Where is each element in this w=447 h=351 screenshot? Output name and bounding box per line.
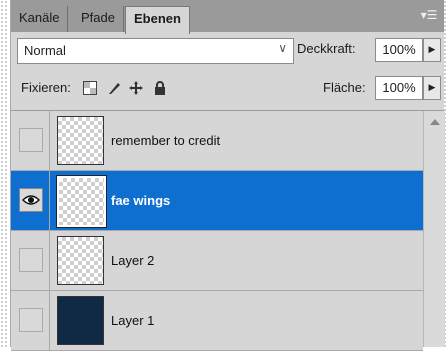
visibility-toggle[interactable] — [19, 248, 43, 272]
scroll-up-arrow-icon[interactable] — [430, 119, 440, 125]
layer-thumbnail — [57, 116, 104, 165]
layer-row-remember-to-credit[interactable]: remember to credit — [11, 111, 423, 171]
layer-row-layer-1[interactable]: Layer 1 — [11, 291, 423, 351]
fill-label: Fläche: — [323, 80, 366, 95]
lock-position-icon[interactable] — [129, 81, 143, 95]
blend-mode-select[interactable]: Normal ∨ — [17, 38, 294, 64]
column-divider — [49, 171, 50, 230]
layer-name[interactable]: Layer 1 — [111, 291, 154, 350]
lock-fill-row: Fixieren: Fläche: 100% ▶ — [17, 76, 441, 102]
opacity-arrow-button[interactable]: ▶ — [423, 38, 441, 62]
layer-thumbnail — [57, 296, 104, 345]
layer-name[interactable]: remember to credit — [111, 111, 220, 170]
layer-row-fae-wings[interactable]: fae wings — [11, 171, 423, 231]
panel-edge-left — [0, 0, 8, 347]
column-divider — [49, 111, 50, 170]
layer-name[interactable]: Layer 2 — [111, 231, 154, 290]
tab-channels[interactable]: Kanäle — [11, 6, 69, 32]
lock-label: Fixieren: — [21, 80, 71, 95]
tab-paths[interactable]: Pfade — [73, 6, 124, 32]
panel-tab-bar: Kanäle Pfade Ebenen ▾☰ — [11, 0, 444, 34]
column-divider — [49, 231, 50, 290]
opacity-input[interactable]: 100% — [375, 38, 423, 62]
blend-mode-value: Normal — [24, 43, 66, 58]
fill-input[interactable]: 100% — [375, 76, 423, 100]
layers-panel: Kanäle Pfade Ebenen ▾☰ Normal ∨ Deckkraf… — [10, 0, 445, 351]
visibility-toggle[interactable] — [19, 128, 43, 152]
layer-thumbnail — [56, 175, 107, 228]
panel-menu-icon[interactable]: ▾☰ — [420, 8, 438, 22]
blend-opacity-row: Normal ∨ Deckkraft: 100% ▶ — [17, 38, 441, 64]
lock-all-icon[interactable] — [153, 81, 167, 95]
layer-list: remember to credit fae wings Layer 2 Lay… — [11, 111, 423, 351]
layer-row-layer-2[interactable]: Layer 2 — [11, 231, 423, 291]
visibility-toggle[interactable] — [19, 188, 43, 212]
opacity-label: Deckkraft: — [297, 41, 356, 56]
layer-list-scrollbar[interactable] — [423, 111, 445, 347]
column-divider — [49, 291, 50, 350]
lock-image-icon[interactable] — [107, 81, 121, 95]
lock-transparent-icon[interactable] — [83, 81, 97, 95]
fill-arrow-button[interactable]: ▶ — [423, 76, 441, 100]
tab-layers[interactable]: Ebenen — [125, 6, 190, 34]
chevron-down-icon: ∨ — [278, 41, 287, 55]
layer-name[interactable]: fae wings — [111, 171, 170, 230]
eye-icon — [22, 195, 40, 205]
visibility-toggle[interactable] — [19, 308, 43, 332]
layer-thumbnail — [57, 236, 104, 285]
